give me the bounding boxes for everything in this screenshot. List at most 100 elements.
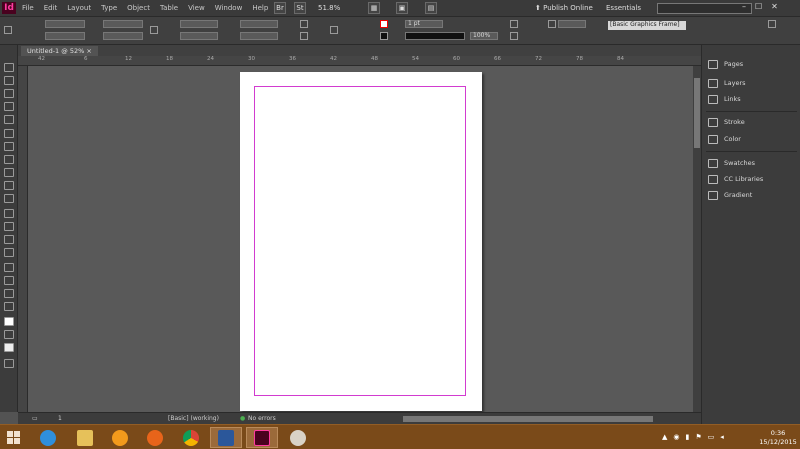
maximize-button[interactable]: ☐ [755, 2, 762, 11]
panel-gradient[interactable]: Gradient [708, 189, 752, 201]
content-collector-icon[interactable] [4, 115, 14, 124]
constrain-proportions-icon[interactable] [150, 26, 158, 34]
menu-layout[interactable]: Layout [67, 4, 91, 12]
zoom-level[interactable]: 51.8% [318, 4, 340, 12]
menu-window[interactable]: Window [215, 4, 243, 12]
formatting-affects-icon[interactable] [4, 330, 14, 339]
panel-color[interactable]: Color [708, 133, 741, 145]
taskbar-indesign[interactable] [246, 427, 278, 448]
panel-cc-libraries[interactable]: CC Libraries [708, 173, 763, 185]
rectangle-frame-tool-icon[interactable] [4, 181, 14, 190]
object-style-select[interactable]: [Basic Graphics Frame] [608, 21, 686, 30]
taskbar-media-player[interactable] [104, 427, 136, 448]
panel-swatches[interactable]: Swatches [708, 157, 755, 169]
effects-icon[interactable] [510, 32, 518, 40]
vertical-scroll-thumb[interactable] [694, 78, 700, 148]
gap-tool-icon[interactable] [4, 102, 14, 111]
scissors-tool-icon[interactable] [4, 209, 14, 218]
selection-tool-icon[interactable] [4, 63, 14, 72]
document-tab[interactable]: Untitled-1 @ 52% × [21, 46, 98, 56]
network-icon[interactable]: ▮ [686, 433, 690, 441]
taskbar-clock[interactable]: 0:36 15/12/2015 [758, 429, 798, 447]
apply-none-icon[interactable] [4, 343, 14, 352]
basic-style-status[interactable]: [Basic] (working) [168, 415, 219, 422]
panel-links[interactable]: Links [708, 93, 741, 105]
height-field[interactable] [103, 32, 143, 40]
menu-edit[interactable]: Edit [44, 4, 58, 12]
zoom-tool-icon[interactable] [4, 302, 14, 311]
menu-object[interactable]: Object [127, 4, 150, 12]
corner-options-icon[interactable] [548, 20, 556, 28]
taskbar-firefox[interactable] [139, 427, 171, 448]
gradient-feather-tool-icon[interactable] [4, 248, 14, 257]
close-tab-icon[interactable]: × [86, 47, 91, 55]
volume-icon[interactable]: ◂ [720, 433, 724, 441]
stroke-swatch-icon[interactable] [380, 32, 388, 40]
show-hidden-icons-icon[interactable]: ▲ [662, 433, 667, 441]
menu-table[interactable]: Table [160, 4, 178, 12]
screen-mode-tool-icon[interactable] [4, 359, 14, 368]
publish-online-button[interactable]: ⬆ Publish Online [535, 4, 593, 12]
pencil-tool-icon[interactable] [4, 168, 14, 177]
vertical-ruler[interactable] [18, 66, 28, 412]
start-button[interactable] [7, 431, 20, 444]
taskbar-internet-explorer[interactable] [32, 427, 64, 448]
drop-shadow-icon[interactable] [510, 20, 518, 28]
workspace-switcher[interactable]: Essentials [606, 4, 641, 12]
scale-x-field[interactable] [180, 20, 218, 28]
hand-tool-icon[interactable] [4, 289, 14, 298]
menu-type[interactable]: Type [101, 4, 117, 12]
close-button[interactable]: ✕ [771, 2, 778, 11]
flip-icon[interactable] [300, 32, 308, 40]
rotation-field[interactable] [240, 20, 278, 28]
opacity-field[interactable]: 100% [470, 32, 498, 40]
taskbar-word[interactable] [210, 427, 242, 448]
battery-icon[interactable]: ▭ [708, 433, 715, 441]
menu-help[interactable]: Help [252, 4, 268, 12]
panel-layers[interactable]: Layers [708, 77, 746, 89]
y-field[interactable] [45, 32, 85, 40]
type-tool-icon[interactable] [4, 129, 14, 138]
panel-menu-icon[interactable] [768, 20, 776, 28]
stroke-weight-field[interactable]: 1 pt [405, 20, 443, 28]
taskbar-file-explorer[interactable] [69, 427, 101, 448]
reference-point-icon[interactable] [4, 26, 12, 34]
width-field[interactable] [103, 20, 143, 28]
document-page[interactable] [240, 72, 482, 411]
horizontal-scroll-thumb[interactable] [403, 416, 653, 422]
taskbar-chrome[interactable] [175, 427, 207, 448]
bridge-icon[interactable]: Br [274, 2, 286, 14]
eyedropper-tool-icon[interactable] [4, 276, 14, 285]
rectangle-tool-icon[interactable] [4, 194, 14, 203]
select-container-icon[interactable] [330, 26, 338, 34]
fill-swatch-icon[interactable] [380, 20, 388, 28]
rotate-icon[interactable] [300, 20, 308, 28]
screen-mode-icon[interactable]: ▣ [396, 2, 408, 14]
page-number[interactable]: 1 [58, 415, 62, 422]
fill-stroke-icon[interactable] [4, 317, 14, 326]
flag-icon[interactable]: ⚑ [695, 433, 701, 441]
line-tool-icon[interactable] [4, 142, 14, 151]
free-transform-tool-icon[interactable] [4, 222, 14, 231]
taskbar-paint[interactable] [282, 427, 314, 448]
horizontal-ruler[interactable]: 42 6 12 18 24 30 36 42 48 54 60 66 72 78… [18, 56, 701, 66]
note-tool-icon[interactable] [4, 263, 14, 272]
shear-field[interactable] [240, 32, 278, 40]
corner-size-field[interactable] [558, 20, 586, 28]
direct-selection-tool-icon[interactable] [4, 76, 14, 85]
menu-file[interactable]: File [22, 4, 34, 12]
antivirus-icon[interactable]: ◉ [673, 433, 679, 441]
scale-y-field[interactable] [180, 32, 218, 40]
stroke-type-field[interactable] [405, 32, 465, 40]
preflight-status[interactable]: No errors [248, 415, 276, 422]
stock-icon[interactable]: St [294, 2, 306, 14]
menu-view[interactable]: View [188, 4, 205, 12]
pen-tool-icon[interactable] [4, 155, 14, 164]
page-tool-icon[interactable] [4, 89, 14, 98]
panel-pages[interactable]: Pages [708, 58, 743, 70]
help-search-input[interactable] [657, 3, 752, 14]
x-field[interactable] [45, 20, 85, 28]
pasteboard[interactable] [28, 66, 693, 412]
arrange-documents-icon[interactable]: ▤ [425, 2, 437, 14]
gradient-tool-icon[interactable] [4, 235, 14, 244]
